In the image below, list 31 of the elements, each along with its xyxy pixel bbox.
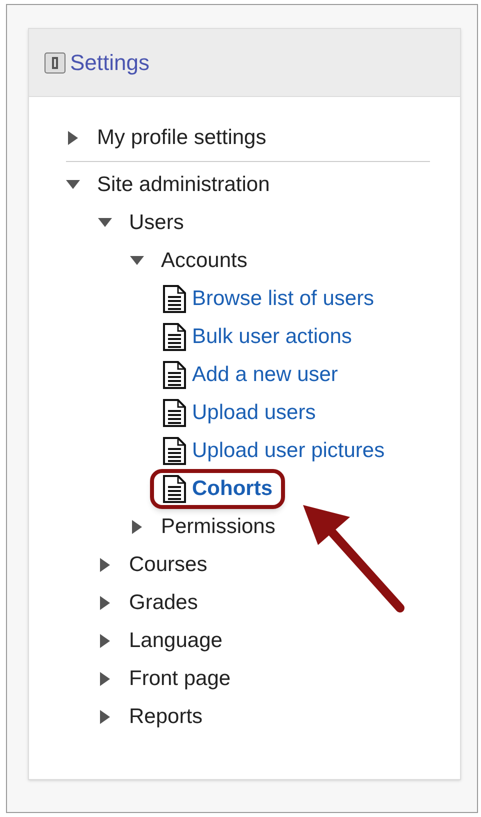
expand-triangle-icon[interactable]: [98, 671, 112, 687]
expand-triangle-icon[interactable]: [98, 633, 112, 649]
tree-link[interactable]: Add a new user: [192, 359, 338, 391]
tree-link[interactable]: Browse list of users: [192, 283, 374, 315]
expand-triangle-icon[interactable]: [98, 557, 112, 573]
tree-link[interactable]: Upload user pictures: [192, 435, 385, 467]
tree-item[interactable]: Front page: [129, 663, 231, 695]
expand-triangle-icon[interactable]: [130, 519, 144, 535]
tree-item[interactable]: Users: [129, 207, 184, 239]
tree-link[interactable]: Cohorts: [192, 473, 272, 505]
tree-item[interactable]: Courses: [129, 549, 208, 581]
tree-item[interactable]: Site administration: [97, 169, 270, 201]
tree-item[interactable]: Grades: [129, 587, 198, 619]
tree-item[interactable]: Language: [129, 625, 222, 657]
block-title[interactable]: Settings: [70, 46, 150, 79]
document-icon: [162, 436, 188, 466]
tree-item[interactable]: Permissions: [161, 511, 276, 543]
document-icon: [162, 474, 188, 504]
document-icon: [162, 360, 188, 390]
tree-item[interactable]: My profile settings: [97, 122, 266, 154]
tree-link[interactable]: Upload users: [192, 397, 316, 429]
document-icon: [162, 284, 188, 314]
tree-link[interactable]: Bulk user actions: [192, 321, 352, 353]
expand-triangle-icon[interactable]: [98, 709, 112, 725]
settings-icon: [44, 52, 66, 74]
document-icon: [162, 322, 188, 352]
tree-item[interactable]: Reports: [129, 701, 203, 733]
expand-triangle-icon[interactable]: [98, 595, 112, 611]
document-icon: [162, 398, 188, 428]
expand-triangle-icon[interactable]: [66, 130, 80, 146]
tree-item[interactable]: Accounts: [161, 245, 248, 277]
